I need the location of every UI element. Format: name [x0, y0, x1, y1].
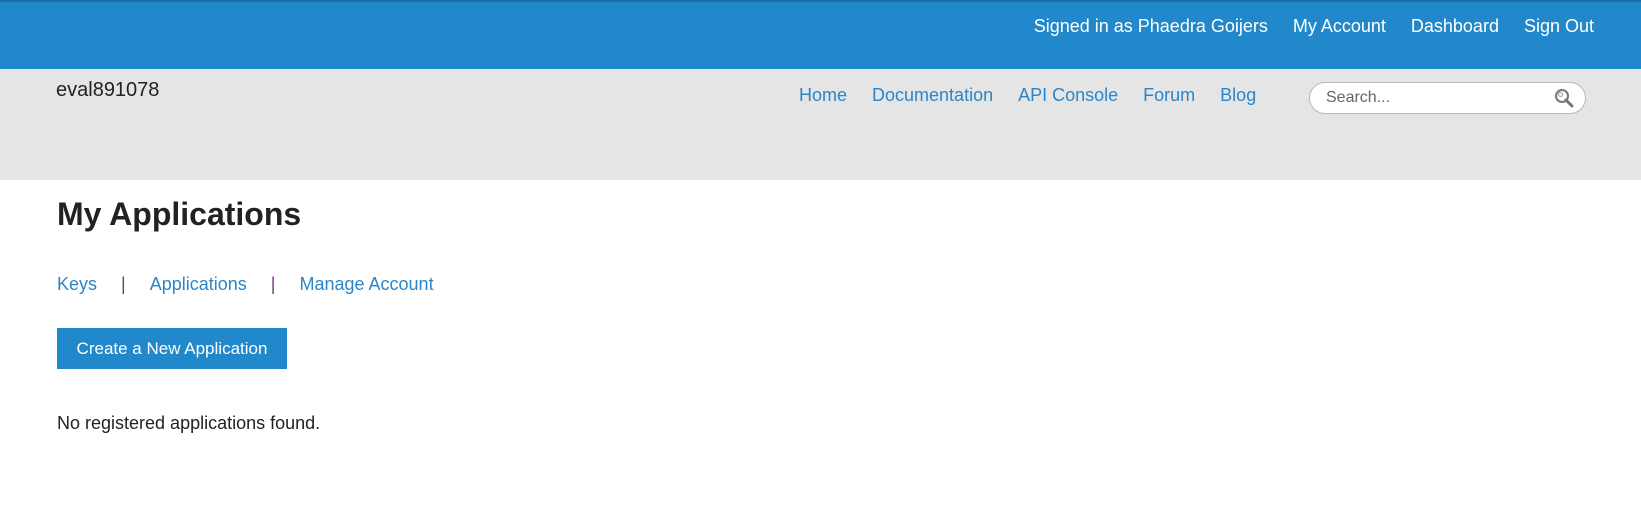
sign-out-link[interactable]: Sign Out: [1524, 16, 1594, 37]
search-box: [1309, 82, 1586, 114]
top-bar: Signed in as Phaedra Goijers My Account …: [0, 0, 1641, 69]
subnav-applications[interactable]: Applications: [150, 274, 247, 295]
site-name: eval891078: [56, 79, 160, 101]
subnav-manage-account[interactable]: Manage Account: [299, 274, 433, 295]
search-input[interactable]: [1326, 88, 1546, 108]
create-application-button[interactable]: Create a New Application: [57, 328, 287, 369]
subnav-separator: |: [270, 274, 276, 294]
account-links: Signed in as Phaedra Goijers My Account …: [1034, 16, 1594, 37]
signed-in-text: Signed in as Phaedra Goijers: [1033, 16, 1268, 36]
dashboard-link[interactable]: Dashboard: [1411, 16, 1499, 37]
main-nav: Home Documentation API Console Forum Blo…: [799, 85, 1256, 106]
nav-home[interactable]: Home: [799, 85, 847, 106]
nav-forum[interactable]: Forum: [1143, 85, 1195, 106]
subnav-keys[interactable]: Keys: [57, 274, 97, 295]
account-subnav: Keys | Applications | Manage Account: [57, 274, 434, 295]
empty-state-message: No registered applications found.: [57, 413, 321, 433]
page-title: My Applications: [57, 196, 302, 232]
search-icon[interactable]: [1553, 88, 1575, 108]
my-account-link[interactable]: My Account: [1293, 16, 1386, 37]
site-header: eval891078 Home Documentation API Consol…: [0, 69, 1641, 180]
subnav-separator: |: [121, 274, 126, 294]
nav-api-console[interactable]: API Console: [1018, 85, 1118, 106]
nav-blog[interactable]: Blog: [1220, 85, 1256, 106]
nav-documentation[interactable]: Documentation: [872, 85, 993, 106]
